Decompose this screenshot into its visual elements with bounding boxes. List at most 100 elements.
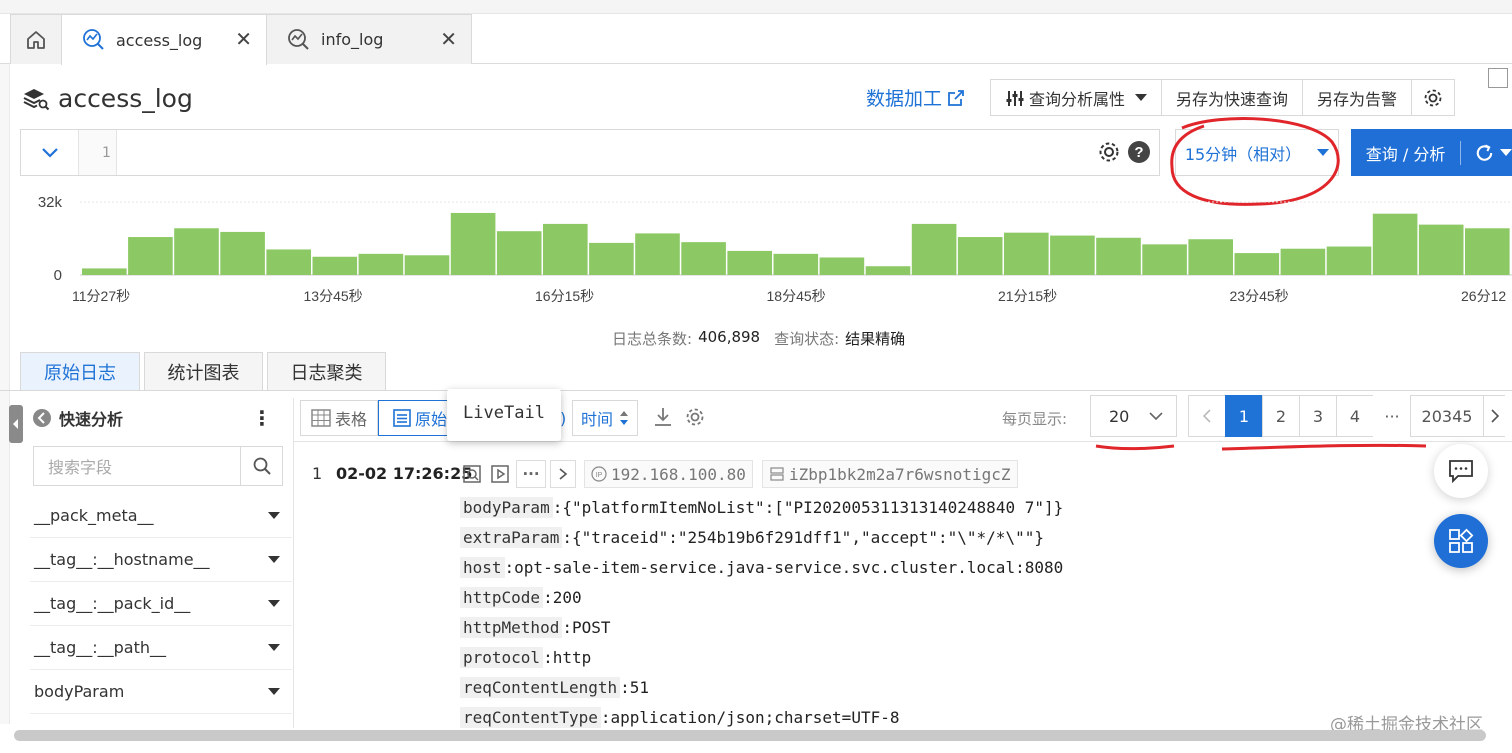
field-item[interactable]: __tag__:__pack_id__ bbox=[30, 582, 292, 626]
page-3-button[interactable]: 3 bbox=[1299, 395, 1337, 437]
histogram-bar[interactable] bbox=[1418, 224, 1464, 275]
window-maximize-icon[interactable] bbox=[1488, 68, 1508, 88]
histogram-bar[interactable] bbox=[266, 249, 311, 275]
field-item[interactable]: __tag__:__path__ bbox=[30, 626, 292, 670]
caret-down-icon[interactable] bbox=[268, 512, 280, 519]
histogram-bar[interactable] bbox=[1326, 246, 1372, 275]
field-item[interactable]: __pack_meta__ bbox=[30, 494, 292, 538]
histogram-bar[interactable] bbox=[957, 237, 1003, 275]
page-last-button[interactable]: 20345 bbox=[1410, 395, 1484, 437]
histogram-bar[interactable] bbox=[1142, 244, 1187, 275]
histogram-bar[interactable] bbox=[681, 242, 726, 275]
chevron-right-icon[interactable] bbox=[550, 460, 576, 488]
histogram-bar[interactable] bbox=[589, 242, 634, 275]
histogram-bar[interactable] bbox=[220, 231, 265, 275]
caret-down-icon[interactable] bbox=[268, 688, 280, 695]
context-view-icon[interactable] bbox=[460, 460, 484, 488]
per-page-select[interactable]: 20 bbox=[1090, 395, 1177, 437]
caret-down-icon bbox=[1135, 94, 1148, 101]
page-1-button[interactable]: 1 bbox=[1225, 395, 1263, 437]
histogram-bar[interactable] bbox=[773, 253, 819, 275]
histogram-bar[interactable] bbox=[496, 231, 542, 275]
tab-info-log[interactable]: info_log ✕ bbox=[266, 14, 472, 64]
histogram-bar[interactable] bbox=[312, 256, 358, 275]
histogram-bar[interactable] bbox=[450, 212, 496, 275]
more-menu-icon[interactable]: ⋮ bbox=[252, 406, 272, 430]
data-process-link[interactable]: 数据加工 bbox=[866, 84, 966, 111]
histogram-bar[interactable] bbox=[1465, 228, 1510, 275]
histogram-bar[interactable] bbox=[174, 228, 219, 275]
histogram-bar[interactable] bbox=[1280, 248, 1326, 275]
histogram-bar[interactable] bbox=[543, 223, 588, 275]
home-tab[interactable] bbox=[10, 14, 62, 64]
histogram-bar[interactable] bbox=[358, 253, 404, 275]
help-icon[interactable]: ? bbox=[1127, 140, 1151, 164]
histogram-bar[interactable] bbox=[1188, 239, 1233, 275]
save-alert-button[interactable]: 另存为告警 bbox=[1303, 80, 1413, 115]
field-key[interactable]: httpMethod bbox=[460, 617, 563, 638]
histogram-bar[interactable] bbox=[82, 268, 127, 275]
histogram-bar[interactable] bbox=[128, 237, 173, 275]
table-view-button[interactable]: 表格 bbox=[300, 400, 378, 436]
field-search[interactable]: 搜索字段 bbox=[33, 446, 283, 486]
histogram-bar[interactable] bbox=[404, 255, 450, 275]
query-analyze-button[interactable]: 查询 / 分析 bbox=[1351, 129, 1512, 176]
host-tag[interactable]: iZbp1bk2m2a7r6wsnotigcZ bbox=[762, 460, 1018, 488]
histogram-bar[interactable] bbox=[1004, 232, 1049, 275]
histogram-bar[interactable] bbox=[1372, 213, 1418, 275]
refresh-icon[interactable] bbox=[1473, 141, 1496, 165]
query-properties-button[interactable]: 查询分析属性 bbox=[991, 80, 1163, 115]
gear-icon[interactable] bbox=[684, 406, 706, 428]
close-icon[interactable]: ✕ bbox=[440, 29, 457, 49]
raw-view-label: 原始 bbox=[415, 410, 448, 429]
field-key[interactable]: extraParam bbox=[460, 527, 563, 548]
field-key[interactable]: host bbox=[460, 557, 505, 578]
settings-button[interactable] bbox=[1412, 80, 1454, 115]
apps-button[interactable] bbox=[1434, 514, 1488, 568]
field-key[interactable]: bodyParam bbox=[460, 497, 553, 518]
field-item[interactable]: bodyParam bbox=[30, 670, 292, 714]
caret-down-icon[interactable] bbox=[268, 644, 280, 651]
histogram-bar[interactable] bbox=[865, 266, 911, 275]
chevron-circle-icon[interactable] bbox=[32, 408, 52, 428]
ip-tag[interactable]: IP 192.168.100.80 bbox=[584, 460, 753, 488]
field-key[interactable]: reqContentType bbox=[460, 707, 601, 728]
livetail-icon[interactable] bbox=[488, 460, 512, 488]
tab-access-log[interactable]: access_log ✕ bbox=[61, 14, 267, 65]
field-item[interactable]: __tag__:__hostname__ bbox=[30, 538, 292, 582]
page-2-button[interactable]: 2 bbox=[1262, 395, 1300, 437]
histogram-bar[interactable] bbox=[1096, 237, 1141, 275]
query-collapse-toggle[interactable] bbox=[21, 130, 79, 175]
more-icon[interactable]: ··· bbox=[516, 460, 546, 488]
tab-raw-logs[interactable]: 原始日志 bbox=[20, 352, 140, 391]
caret-down-icon[interactable] bbox=[268, 556, 280, 563]
save-quick-query-button[interactable]: 另存为快速查询 bbox=[1162, 80, 1304, 115]
query-editor[interactable]: 1 ? bbox=[20, 129, 1160, 176]
histogram-bar[interactable] bbox=[1234, 253, 1280, 275]
caret-down-icon[interactable] bbox=[268, 600, 280, 607]
search-input[interactable]: 搜索字段 bbox=[34, 447, 240, 485]
field-key[interactable]: httpCode bbox=[460, 587, 544, 608]
page-ellipsis[interactable]: ··· bbox=[1373, 395, 1411, 437]
page-4-button[interactable]: 4 bbox=[1336, 395, 1374, 437]
field-key[interactable]: protocol bbox=[460, 647, 544, 668]
tab-log-clustering[interactable]: 日志聚类 bbox=[267, 352, 386, 391]
search-button[interactable] bbox=[240, 447, 282, 485]
histogram-bar[interactable] bbox=[635, 233, 680, 275]
field-value: :opt-sale-item-service.java-service.svc.… bbox=[504, 558, 1064, 577]
time-sort-button[interactable]: 时间 bbox=[572, 400, 638, 436]
collapse-panel-handle[interactable] bbox=[9, 405, 23, 443]
feedback-button[interactable] bbox=[1434, 444, 1488, 498]
gear-icon[interactable] bbox=[1097, 140, 1121, 164]
histogram-bar[interactable] bbox=[1050, 235, 1095, 275]
histogram-bar[interactable] bbox=[819, 257, 865, 275]
prev-page-button[interactable] bbox=[1188, 395, 1226, 437]
histogram-bar[interactable] bbox=[727, 250, 772, 275]
download-icon[interactable] bbox=[652, 406, 674, 428]
next-page-button[interactable] bbox=[1483, 395, 1505, 437]
tab-charts[interactable]: 统计图表 bbox=[144, 352, 263, 391]
horizontal-scrollbar[interactable] bbox=[14, 730, 1486, 741]
field-key[interactable]: reqContentLength bbox=[460, 677, 621, 698]
histogram-bar[interactable] bbox=[911, 223, 957, 275]
close-icon[interactable]: ✕ bbox=[235, 29, 252, 49]
